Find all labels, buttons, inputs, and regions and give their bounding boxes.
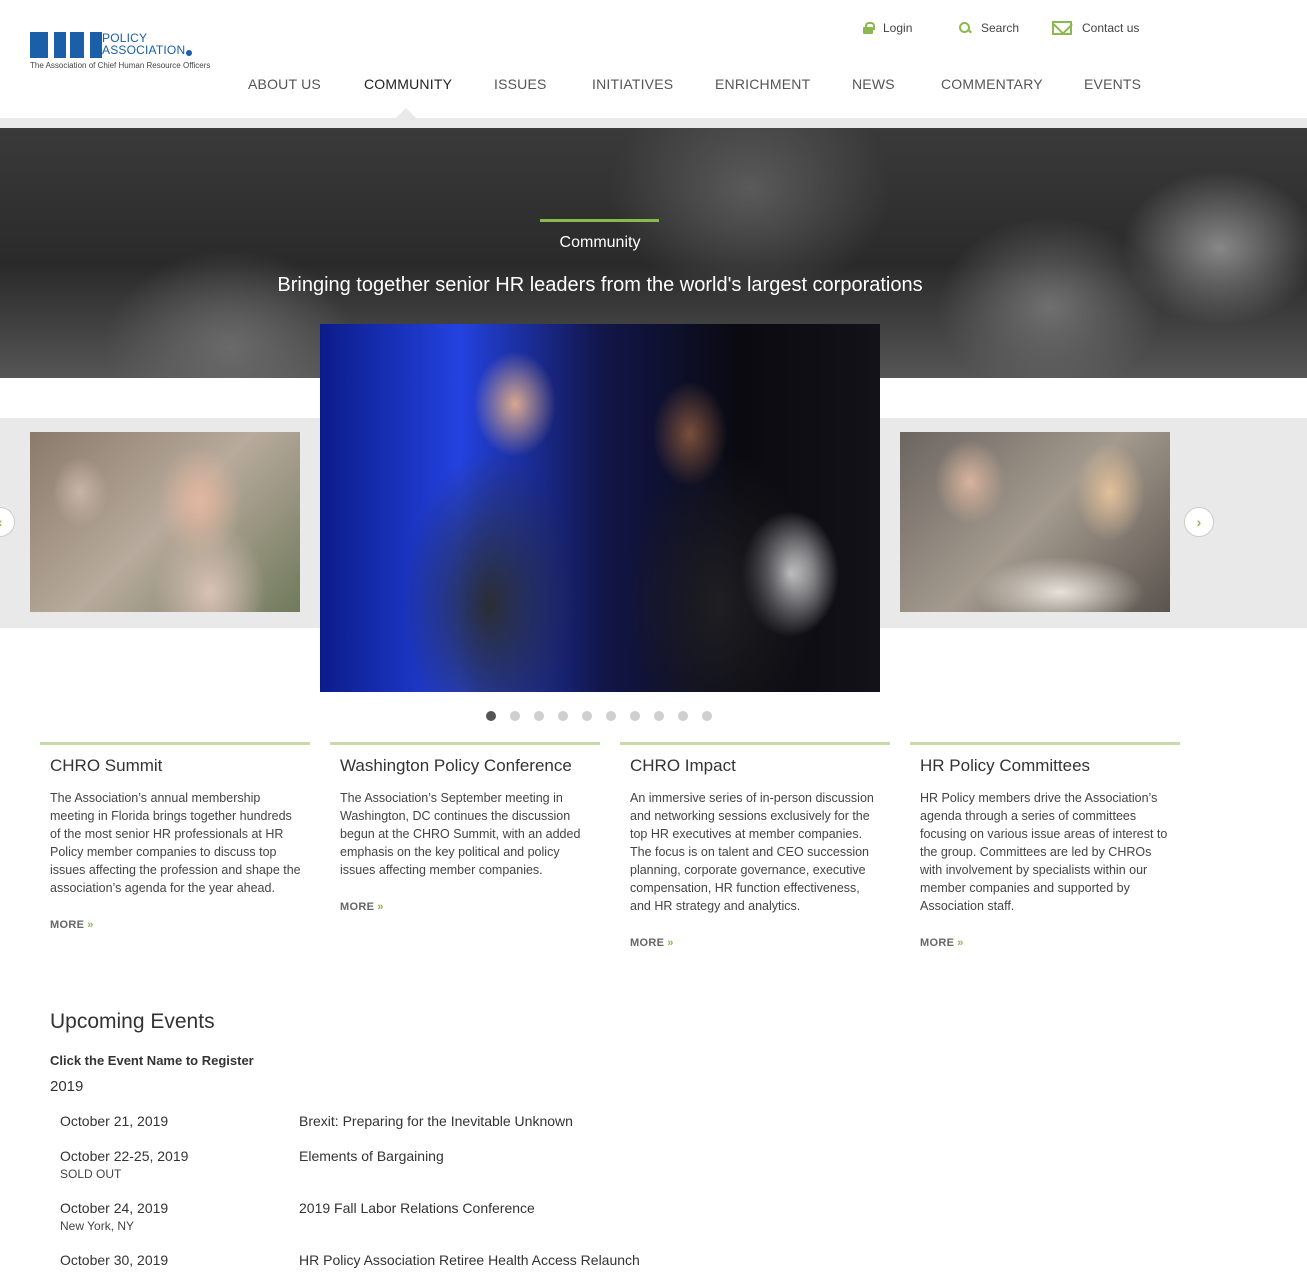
card-rule xyxy=(330,742,600,745)
card-body: The Association’s September meeting in W… xyxy=(340,791,581,877)
nav-issues[interactable]: ISSUES xyxy=(494,76,547,92)
nav-initiatives[interactable]: INITIATIVES xyxy=(592,76,673,92)
carousel-dot-10[interactable] xyxy=(702,711,712,721)
card-chro-summit: CHRO Summit The Association’s annual mem… xyxy=(40,742,310,931)
search-icon xyxy=(959,22,971,34)
hero-kicker: Community xyxy=(559,234,641,251)
carousel-dot-3[interactable] xyxy=(534,711,544,721)
nav-commentary[interactable]: COMMENTARY xyxy=(941,76,1043,92)
card-body: The Association’s annual membership meet… xyxy=(50,791,301,895)
event-name-link[interactable]: 2019 Fall Labor Relations Conference xyxy=(299,1200,535,1216)
card-more-link[interactable]: MORE» xyxy=(920,937,1180,949)
more-label: MORE xyxy=(630,937,665,949)
carousel-dot-7[interactable] xyxy=(630,711,640,721)
lock-icon xyxy=(863,22,875,34)
event-name-link[interactable]: HR Policy Association Retiree Health Acc… xyxy=(299,1252,640,1268)
hero-accent-rule xyxy=(540,219,659,222)
search-link[interactable]: Search xyxy=(959,18,1019,38)
event-date: October 30, 2019 xyxy=(60,1252,169,1268)
events-heading: Upcoming Events xyxy=(50,1010,215,1033)
events-year: 2019 xyxy=(50,1078,84,1095)
hr-policy-logo[interactable]: POLICY ASSOCIATION The Association of Ch… xyxy=(30,32,210,72)
card-title: Washington Policy Conference xyxy=(340,756,572,775)
logo-text-association: ASSOCIATION xyxy=(102,43,186,57)
nav-news[interactable]: NEWS xyxy=(852,76,895,92)
event-name-link[interactable]: Elements of Bargaining xyxy=(299,1148,444,1164)
double-chevron-right-icon: » xyxy=(957,937,964,949)
hero-headline: Bringing together senior HR leaders from… xyxy=(277,274,923,296)
card-more-link[interactable]: MORE» xyxy=(630,937,890,949)
card-body: HR Policy members drive the Association’… xyxy=(920,791,1168,913)
chevron-right-icon: › xyxy=(1196,514,1202,530)
card-rule xyxy=(910,742,1180,745)
carousel-slide-previous[interactable] xyxy=(30,432,300,612)
chevron-left-icon: ‹ xyxy=(0,514,2,530)
logo-mark xyxy=(30,32,102,58)
event-date: October 24, 2019 xyxy=(60,1200,169,1216)
carousel-dot-4[interactable] xyxy=(558,711,568,721)
card-title: CHRO Impact xyxy=(630,756,736,775)
card-rule xyxy=(40,742,310,745)
carousel-slide-next[interactable] xyxy=(900,432,1170,612)
carousel-dot-1[interactable] xyxy=(486,711,496,721)
card-chro-impact: CHRO Impact An immersive series of in-pe… xyxy=(620,742,890,949)
contact-link[interactable]: Contact us xyxy=(1052,18,1139,38)
more-label: MORE xyxy=(50,919,85,931)
carousel-dot-2[interactable] xyxy=(510,711,520,721)
card-hr-policy-committees: HR Policy Committees HR Policy members d… xyxy=(910,742,1180,949)
mail-icon xyxy=(1052,21,1072,35)
event-date: October 21, 2019 xyxy=(60,1113,169,1129)
card-body: An immersive series of in-person discuss… xyxy=(630,791,874,913)
carousel-dots xyxy=(486,711,712,721)
carousel-dot-5[interactable] xyxy=(582,711,592,721)
login-label: Login xyxy=(883,21,913,35)
more-label: MORE xyxy=(340,901,375,913)
double-chevron-right-icon: » xyxy=(87,919,94,931)
double-chevron-right-icon: » xyxy=(377,901,384,913)
nav-about-us[interactable]: ABOUT US xyxy=(248,76,321,92)
more-label: MORE xyxy=(920,937,955,949)
contact-label: Contact us xyxy=(1082,21,1140,35)
search-label: Search xyxy=(981,21,1020,35)
event-status: SOLD OUT xyxy=(60,1167,122,1181)
events-subheading: Click the Event Name to Register xyxy=(50,1053,254,1068)
carousel-next-button[interactable]: › xyxy=(1184,507,1214,537)
hero-top-band xyxy=(0,118,1307,128)
registered-mark xyxy=(186,50,192,56)
event-name-link[interactable]: Brexit: Preparing for the Inevitable Unk… xyxy=(299,1113,573,1129)
login-link[interactable]: Login xyxy=(863,18,912,38)
carousel-dot-6[interactable] xyxy=(606,711,616,721)
carousel-dot-8[interactable] xyxy=(654,711,664,721)
card-more-link[interactable]: MORE» xyxy=(340,901,600,913)
card-title: HR Policy Committees xyxy=(920,756,1091,775)
carousel-slide-current xyxy=(320,324,880,692)
event-location: New York, NY xyxy=(60,1219,135,1233)
nav-community[interactable]: COMMUNITY xyxy=(364,76,452,92)
site-header: POLICY ASSOCIATION The Association of Ch… xyxy=(0,0,1307,118)
card-washington-policy-conference: Washington Policy Conference The Associa… xyxy=(330,742,600,913)
card-title: CHRO Summit xyxy=(50,756,163,775)
nav-events[interactable]: EVENTS xyxy=(1084,76,1141,92)
carousel-dot-9[interactable] xyxy=(678,711,688,721)
nav-enrichment[interactable]: ENRICHMENT xyxy=(715,76,810,92)
logo-tagline: The Association of Chief Human Resource … xyxy=(30,61,211,70)
active-nav-caret xyxy=(396,108,416,118)
event-date: October 22-25, 2019 xyxy=(60,1148,189,1164)
double-chevron-right-icon: » xyxy=(667,937,674,949)
card-more-link[interactable]: MORE» xyxy=(50,919,310,931)
card-rule xyxy=(620,742,890,745)
